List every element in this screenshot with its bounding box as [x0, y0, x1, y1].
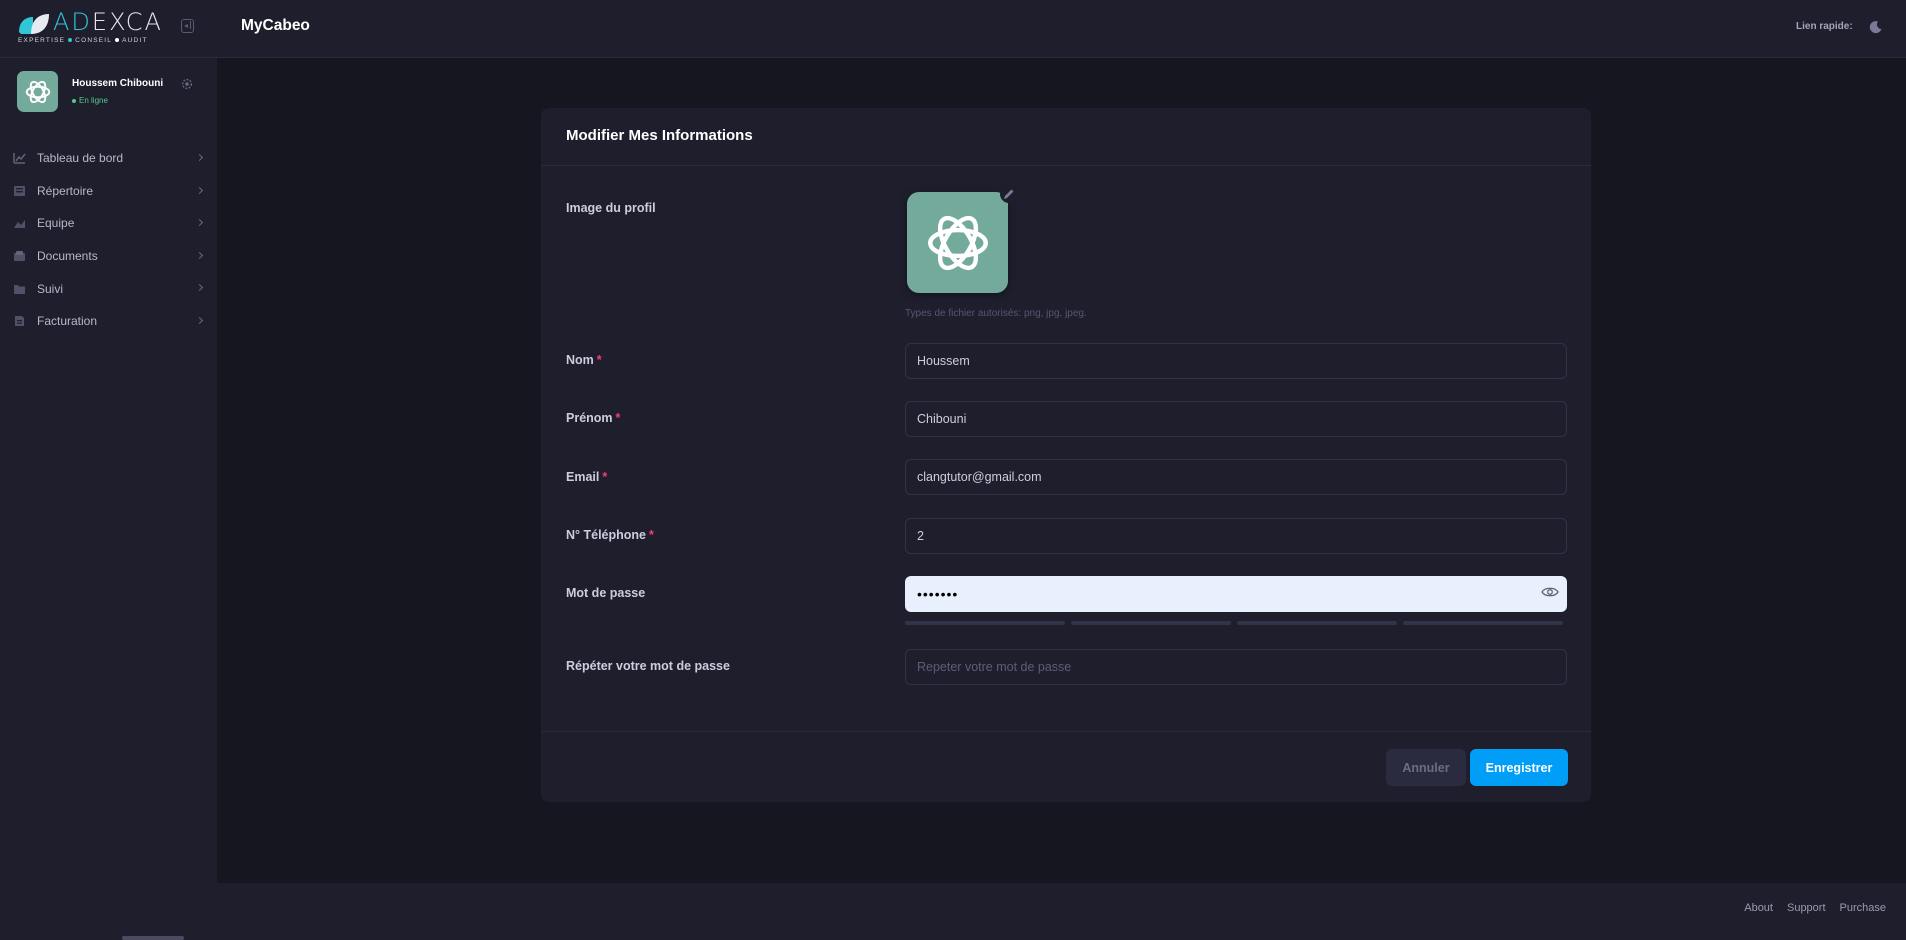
moon-icon[interactable] — [1869, 20, 1883, 34]
page-footer: About Support Purchase — [217, 883, 1906, 940]
phone-input[interactable] — [905, 518, 1567, 554]
nom-input[interactable] — [905, 343, 1567, 379]
directory-icon — [14, 185, 25, 196]
nom-label: Nom * — [566, 353, 602, 367]
email-label: Email * — [566, 470, 608, 484]
footer-link-purchase[interactable]: Purchase — [1840, 902, 1886, 914]
password-input[interactable] — [905, 576, 1567, 612]
sidebar-item-suivi[interactable]: Suivi — [0, 272, 217, 305]
sidebar-collapse-icon[interactable] — [181, 19, 194, 33]
repeat-password-label: Répéter votre mot de passe — [566, 659, 730, 673]
sidebar-item-equipe[interactable]: Equipe — [0, 207, 217, 240]
logo-mark-icon — [19, 14, 49, 34]
top-header: MyCabeo Lien rapide: — [217, 0, 1906, 58]
user-name: Houssem Chibouni — [72, 78, 164, 89]
folder-icon — [14, 284, 25, 294]
sidebar-item-label: Répertoire — [37, 183, 94, 198]
cancel-button[interactable]: Annuler — [1386, 749, 1466, 786]
save-button[interactable]: Enregistrer — [1470, 749, 1568, 786]
avatar[interactable] — [17, 71, 58, 112]
openai-logo-icon — [25, 80, 50, 103]
logo-wordmark: ADEXCA — [53, 8, 163, 36]
sidebar-menu: Tableau de bord Répertoire Equipe Docume… — [0, 142, 217, 338]
sidebar: ADEXCA EXPERTISE CONSEIL AUDIT Houssem Chi… — [0, 0, 217, 940]
edit-profile-card: Modifier Mes Informations Image du profi… — [541, 108, 1591, 802]
password-strength-bar — [1237, 621, 1397, 625]
profile-image-label: Image du profil — [566, 201, 656, 215]
logo-tagline: EXPERTISE CONSEIL AUDIT — [18, 37, 148, 44]
user-status: En ligne — [72, 96, 108, 105]
documents-icon — [14, 251, 25, 262]
brand-logo[interactable]: ADEXCA EXPERTISE CONSEIL AUDIT — [17, 8, 161, 48]
card-footer-divider — [541, 731, 1591, 732]
repeat-password-input[interactable] — [905, 649, 1567, 685]
email-field[interactable] — [905, 459, 1567, 495]
password-strength-bar — [905, 621, 1065, 625]
card-header: Modifier Mes Informations — [541, 108, 1591, 166]
sidebar-item-label: Equipe — [37, 216, 75, 231]
pencil-icon[interactable] — [1000, 185, 1018, 203]
quick-links-button[interactable]: Lien rapide: — [1796, 21, 1853, 32]
sidebar-item-tableau-de-bord[interactable]: Tableau de bord — [0, 142, 217, 175]
password-strength-bar — [1403, 621, 1563, 625]
sidebar-item-documents[interactable]: Documents — [0, 240, 217, 273]
prenom-input[interactable] — [905, 401, 1567, 437]
sidebar-item-label: Suivi — [37, 281, 64, 296]
team-icon — [14, 220, 25, 229]
chart-icon — [13, 153, 26, 165]
sidebar-item-facturation[interactable]: Facturation — [0, 305, 217, 338]
footer-links: About Support Purchase — [1744, 902, 1886, 914]
sidebar-scrollbar[interactable] — [122, 936, 184, 940]
password-strength-bar — [1071, 621, 1231, 625]
page-title: MyCabeo — [241, 17, 310, 34]
prenom-label: Prénom * — [566, 411, 621, 425]
sidebar-item-label: Facturation — [37, 314, 98, 329]
user-profile-box: Houssem Chibouni En ligne — [17, 71, 207, 115]
footer-link-about[interactable]: About — [1744, 902, 1773, 914]
sidebar-item-repertoire[interactable]: Répertoire — [0, 175, 217, 208]
phone-label: N° Téléphone * — [566, 528, 654, 542]
sidebar-item-label: Documents — [37, 249, 98, 264]
openai-logo-icon — [927, 215, 988, 270]
sidebar-header: ADEXCA EXPERTISE CONSEIL AUDIT — [0, 0, 217, 58]
card-title: Modifier Mes Informations — [566, 127, 753, 144]
invoice-icon — [15, 316, 24, 327]
password-label: Mot de passe — [566, 586, 646, 600]
file-types-hint: Types de fichier autorisés: png, jpg, jp… — [905, 308, 1087, 319]
gear-icon[interactable] — [180, 77, 194, 91]
eye-icon[interactable] — [1541, 586, 1559, 598]
footer-link-support[interactable]: Support — [1787, 902, 1826, 914]
sidebar-item-label: Tableau de bord — [37, 151, 124, 166]
profile-image[interactable] — [907, 192, 1008, 293]
